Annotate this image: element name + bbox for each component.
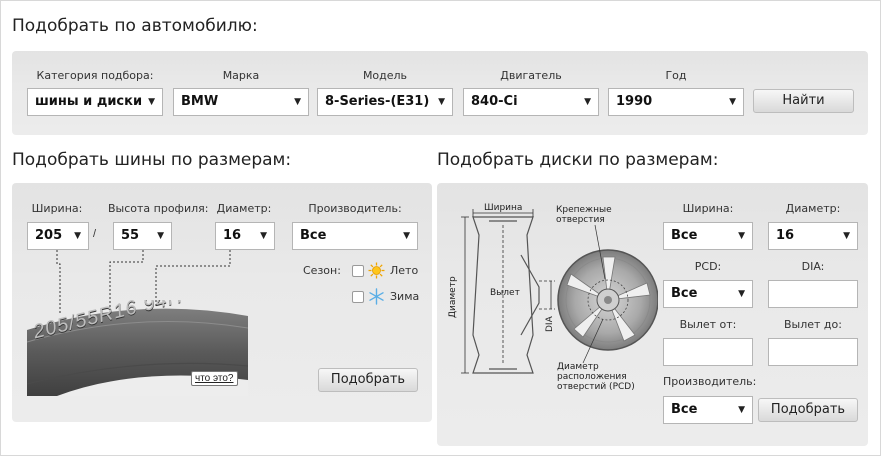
- disc-maker-select[interactable]: Все ▼: [663, 396, 753, 424]
- offset-from-input[interactable]: [663, 338, 753, 366]
- size-guide-lines: [56, 250, 231, 314]
- snowflake-icon: [369, 288, 384, 305]
- category-select[interactable]: шины и диски ▼: [27, 88, 163, 116]
- offset-to-input[interactable]: [768, 338, 858, 366]
- diagram-dia-label: DIA: [545, 316, 555, 332]
- chevron-down-icon: ▼: [738, 231, 745, 241]
- winter-label: Зима: [390, 290, 420, 303]
- model-label: Модель: [362, 69, 408, 82]
- tire-profile-select[interactable]: 55 ▼: [113, 222, 172, 250]
- chevron-down-icon: ▼: [738, 289, 745, 299]
- chevron-down-icon: ▼: [584, 97, 591, 107]
- diagram-holes-label: Крепежные отверстия: [556, 205, 612, 225]
- sun-icon: [368, 262, 385, 279]
- disc-width-label: Ширина:: [682, 202, 734, 215]
- tire-diameter-select[interactable]: 16 ▼: [215, 222, 275, 250]
- dia-input[interactable]: [768, 280, 858, 308]
- chevron-down-icon: ▼: [294, 97, 301, 107]
- dia-label: DIA:: [801, 260, 825, 273]
- disc-maker-label: Производитель:: [663, 375, 757, 388]
- pcd-label: PCD:: [694, 260, 722, 273]
- tire-diameter-label: Диаметр:: [216, 202, 272, 215]
- size-separator: /: [93, 228, 97, 240]
- tires-submit-button[interactable]: Подобрать: [318, 368, 418, 392]
- whatis-link[interactable]: что это?: [191, 371, 238, 386]
- chevron-down-icon: ▼: [438, 97, 445, 107]
- make-label: Марка: [222, 69, 260, 82]
- discs-submit-button[interactable]: Подобрать: [758, 398, 858, 422]
- diagram-width-label: Ширина: [484, 203, 523, 213]
- discs-section-title: Подобрать диски по размерам:: [437, 150, 719, 170]
- summer-label: Лето: [390, 264, 419, 277]
- offset-from-label: Вылет от:: [679, 318, 737, 331]
- tire-profile-label: Высота профиля:: [108, 202, 209, 215]
- car-section-title: Подобрать по автомобилю:: [12, 16, 258, 36]
- tire-width-select[interactable]: 205 ▼: [27, 222, 89, 250]
- chevron-down-icon: ▼: [738, 405, 745, 415]
- chevron-down-icon: ▼: [260, 231, 267, 241]
- summer-checkbox[interactable]: [352, 265, 364, 277]
- disc-diameter-label: Диаметр:: [785, 202, 841, 215]
- engine-select[interactable]: 840-Ci ▼: [463, 88, 599, 116]
- year-label: Год: [665, 69, 687, 82]
- diagram-pcd-label: Диаметр расположения отверстий (PCD): [557, 362, 635, 392]
- find-button[interactable]: Найти: [753, 89, 854, 113]
- tire-maker-label: Производитель:: [308, 202, 402, 215]
- category-label: Категория подбора:: [36, 69, 154, 82]
- diagram-diameter-label: Диаметр: [448, 276, 458, 318]
- chevron-down-icon: ▼: [729, 97, 736, 107]
- offset-to-label: Вылет до:: [784, 318, 842, 331]
- winter-checkbox[interactable]: [352, 291, 364, 303]
- disc-diameter-select[interactable]: 16 ▼: [768, 222, 858, 250]
- year-select[interactable]: 1990 ▼: [608, 88, 744, 116]
- chevron-down-icon: ▼: [157, 231, 164, 241]
- tires-section-title: Подобрать шины по размерам:: [12, 150, 292, 170]
- make-select[interactable]: BMW ▼: [173, 88, 309, 116]
- disc-width-select[interactable]: Все ▼: [663, 222, 753, 250]
- diagram-offset-label: Вылет: [490, 288, 520, 298]
- tire-maker-select[interactable]: Все ▼: [292, 222, 418, 250]
- tire-width-label: Ширина:: [31, 202, 83, 215]
- chevron-down-icon: ▼: [74, 231, 81, 241]
- pcd-select[interactable]: Все ▼: [663, 280, 753, 308]
- engine-label: Двигатель: [500, 69, 562, 82]
- model-select[interactable]: 8-Series-(E31) ▼: [317, 88, 453, 116]
- chevron-down-icon: ▼: [843, 231, 850, 241]
- chevron-down-icon: ▼: [403, 231, 410, 241]
- chevron-down-icon: ▼: [148, 97, 155, 107]
- season-label: Сезон:: [303, 264, 341, 277]
